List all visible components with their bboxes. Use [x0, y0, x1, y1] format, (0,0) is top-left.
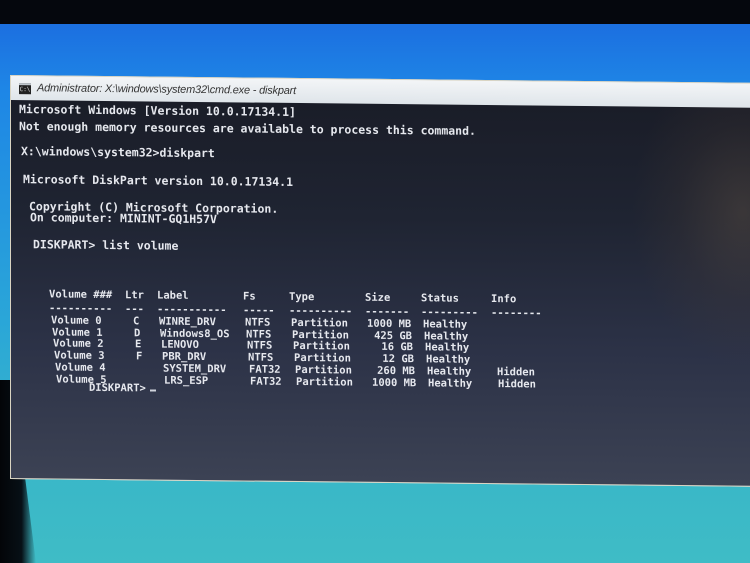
cmd-window: C:\ Administrator: X:\windows\system32\c… [10, 75, 750, 487]
header-label: Label [157, 289, 189, 302]
cell-type: Partition [294, 352, 351, 365]
cell-fs: NTFS [246, 328, 272, 341]
table-separator-row: ---------- --- ----------- ----- -------… [49, 302, 542, 319]
cell-ltr: C [133, 315, 140, 328]
header-info: Info [491, 293, 517, 306]
header-status: Status [421, 292, 459, 305]
cell-status: Healthy [425, 341, 470, 355]
cell-ltr: E [135, 338, 142, 351]
console-line: Microsoft DiskPart version 10.0.17134.1 [23, 172, 294, 189]
cell-size: 16 GB [381, 341, 413, 354]
console-line: X:\windows\system32>diskpart [21, 144, 215, 161]
cell-volume: Volume 3 [54, 349, 105, 363]
command-prompt[interactable]: DISKPART> [51, 369, 156, 406]
separator: ---------- [49, 302, 113, 316]
table-row: Volume 0 C WINRE_DRV NTFS Partition 1000… [51, 314, 467, 330]
cell-status: Healthy [426, 353, 471, 367]
separator: --- [125, 303, 144, 316]
console-output[interactable]: Microsoft Windows [Version 10.0.17134.1]… [11, 100, 750, 486]
table-row: Volume 2 E LENOVO NTFS Partition 16 GB H… [53, 337, 469, 354]
console-line: On computer: MININT-GQ1H57V [30, 210, 217, 227]
cell-type: Partition [292, 328, 349, 342]
cell-size: 425 GB [374, 329, 412, 342]
cell-label: Windows8_OS [160, 327, 230, 340]
cell-label: PBR_DRV [162, 350, 207, 364]
cell-volume: Volume 0 [51, 314, 102, 327]
cell-fs: NTFS [248, 351, 274, 364]
console-line: Microsoft Windows [Version 10.0.17134.1] [19, 102, 296, 119]
cell-type: Partition [293, 340, 350, 353]
cell-ltr: D [134, 326, 141, 339]
cell-size: 1000 MB [372, 376, 417, 390]
cmd-app-icon: C:\ [19, 82, 31, 94]
cell-type: Partition [291, 316, 348, 330]
separator: ----------- [157, 303, 227, 317]
cell-type: Partition [295, 363, 352, 377]
header-ltr: Ltr [125, 289, 144, 302]
cell-label: SYSTEM_DRV [163, 362, 227, 376]
cell-size: 1000 MB [367, 317, 412, 330]
window-title: Administrator: X:\windows\system32\cmd.e… [37, 82, 296, 97]
text-cursor [149, 389, 156, 392]
separator: ----- [243, 304, 275, 317]
console-line: DISKPART> list volume [33, 237, 179, 253]
table-header-row: Volume ### Ltr Label Fs Type Size Status… [49, 288, 516, 305]
header-size: Size [365, 291, 391, 304]
cell-status: Healthy [424, 329, 469, 343]
cell-fs: FAT32 [249, 363, 281, 376]
cell-status: Healthy [427, 365, 472, 378]
cell-size: 260 MB [377, 364, 415, 378]
cell-status: Healthy [428, 377, 473, 390]
prompt-text: DISKPART> [88, 381, 146, 395]
cell-ltr: F [136, 350, 143, 363]
table-row: Volume 3 F PBR_DRV NTFS Partition 12 GB … [54, 349, 470, 366]
separator: -------- [491, 307, 542, 320]
header-type: Type [289, 290, 315, 304]
cell-label: WINRE_DRV [159, 315, 216, 328]
cell-info: Hidden [498, 377, 536, 391]
header-fs: Fs [243, 290, 256, 303]
cell-volume: Volume 1 [52, 326, 103, 339]
cell-status: Healthy [423, 318, 468, 331]
console-line: Not enough memory resources are availabl… [19, 119, 476, 138]
cell-info: Hidden [497, 366, 535, 379]
cell-type: Partition [296, 375, 353, 389]
cell-fs: NTFS [245, 316, 271, 329]
cell-size: 12 GB [382, 353, 414, 366]
separator: ---------- [289, 304, 353, 318]
separator: --------- [421, 306, 478, 319]
header-volume: Volume ### [49, 288, 113, 302]
cell-fs: FAT32 [250, 375, 282, 388]
cell-fs: NTFS [247, 339, 273, 353]
separator: ------- [365, 305, 410, 319]
cell-volume: Volume 2 [53, 337, 104, 351]
cell-label: LRS_ESP [164, 374, 209, 387]
screen-glare [631, 106, 750, 368]
cell-label: LENOVO [161, 338, 199, 352]
table-row: Volume 1 D Windows8_OS NTFS Partition 42… [52, 326, 468, 342]
